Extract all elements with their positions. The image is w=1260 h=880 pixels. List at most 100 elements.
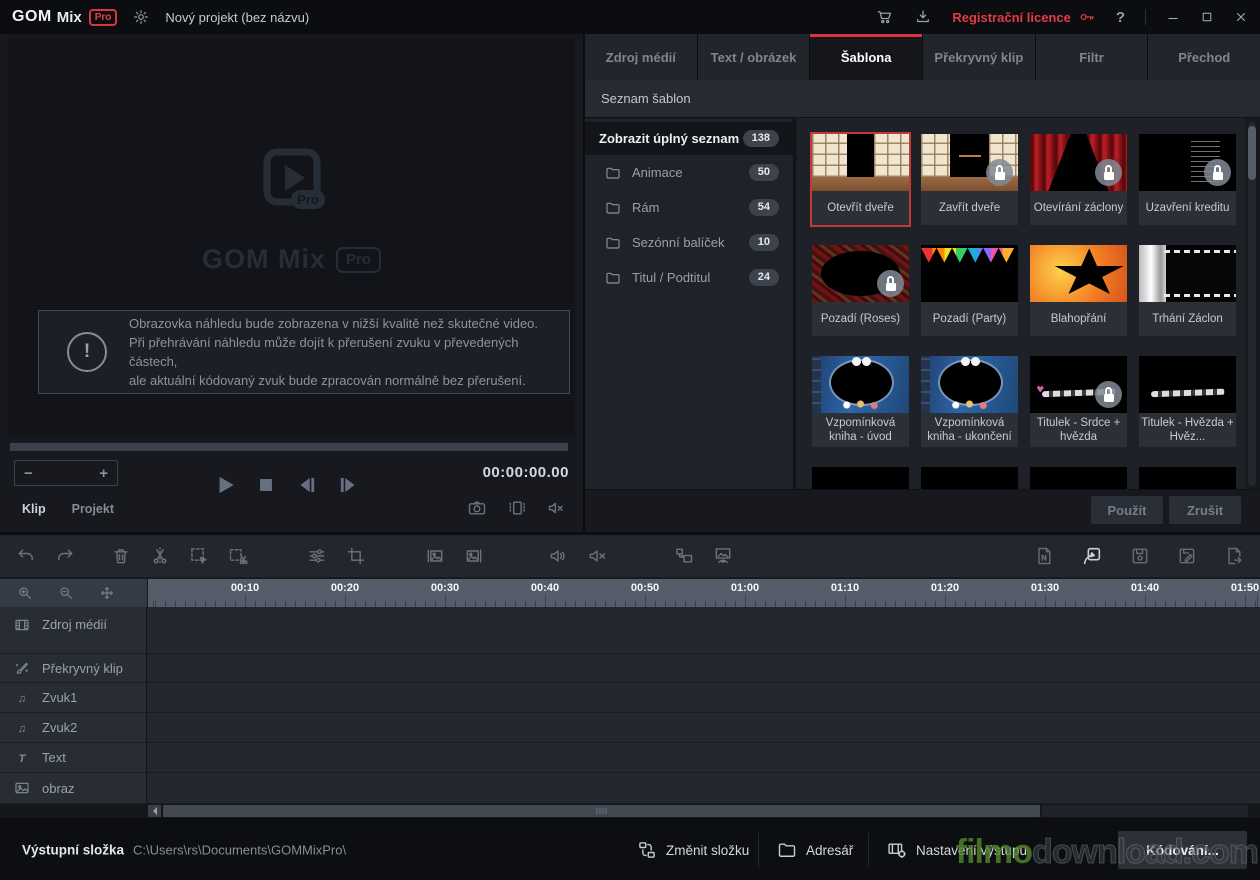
tab-overlay-clip[interactable]: Překryvný klip (923, 34, 1035, 80)
track-header-6[interactable]: obraz (0, 773, 147, 804)
next-frame-button[interactable] (335, 472, 361, 498)
track-header-4[interactable]: ♫Zvuk2 (0, 713, 147, 743)
track-lane-4[interactable] (147, 713, 1260, 743)
category-frame[interactable]: Rám 54 (585, 190, 793, 225)
template-item[interactable] (1139, 467, 1236, 490)
move-clip-icon[interactable] (674, 546, 694, 566)
change-folder-button[interactable]: Změnit složku (637, 840, 749, 860)
crop-icon[interactable] (346, 546, 366, 566)
close-button[interactable] (1234, 10, 1248, 24)
category-animation[interactable]: Animace 50 (585, 155, 793, 190)
track-lane-2[interactable] (147, 654, 1260, 683)
tab-template[interactable]: Šablona (810, 34, 922, 80)
hscrollbar-track[interactable] (1042, 805, 1248, 817)
directory-button[interactable]: Adresář (777, 840, 853, 860)
save-project-icon[interactable] (1130, 546, 1150, 566)
lock-icon (877, 270, 904, 297)
template-item[interactable]: Zavřít dveře (921, 134, 1018, 225)
license-link[interactable]: Registrační licence (952, 8, 1096, 26)
template-item[interactable] (1030, 467, 1127, 490)
tab-media-source[interactable]: Zdroj médií (585, 34, 697, 80)
track-header-1[interactable]: Zdroj médií (0, 607, 147, 654)
template-item[interactable]: Vzpomínková kniha - úvod (812, 356, 909, 447)
template-item[interactable] (812, 467, 909, 490)
insert-image-before-icon[interactable] (425, 546, 445, 566)
template-item[interactable]: Otevírání záclony (1030, 134, 1127, 225)
zoom-in-icon[interactable] (17, 585, 33, 601)
cancel-button[interactable]: Zrušit (1169, 496, 1241, 524)
template-thumbnail (812, 467, 909, 490)
seek-bar[interactable] (10, 443, 568, 451)
store-cart-icon[interactable] (876, 8, 894, 26)
zoom-out-icon[interactable] (58, 585, 74, 601)
timeline-ruler[interactable]: 00:1000:2000:3000:4000:5001:0001:1001:20… (148, 579, 1260, 607)
tab-clip[interactable]: Klip (22, 502, 46, 516)
category-title-subtitle[interactable]: Titul / Podtitul 24 (585, 260, 793, 295)
template-item[interactable]: Titulek - Srdce + hvězda (1030, 356, 1127, 447)
select-area-icon[interactable] (189, 546, 209, 566)
category-show-all[interactable]: Zobrazit úplný seznam 138 (585, 122, 793, 155)
track-lane-3[interactable] (147, 683, 1260, 713)
undo-icon[interactable] (16, 546, 36, 566)
category-seasonal[interactable]: Sezónní balíček 10 (585, 225, 793, 260)
delete-icon[interactable] (111, 546, 131, 566)
settings-gear-icon[interactable] (133, 9, 149, 25)
template-item[interactable]: Titulek - Hvězda + Hvěz... (1139, 356, 1236, 447)
fit-timeline-icon[interactable] (99, 585, 115, 601)
template-item[interactable]: Blahopřání (1030, 245, 1127, 336)
template-item[interactable] (921, 467, 1018, 490)
template-item[interactable]: Pozadí (Party) (921, 245, 1018, 336)
output-settings-button[interactable]: Nastavení výstupu (887, 840, 1027, 860)
download-icon[interactable] (914, 8, 932, 26)
tab-filter[interactable]: Filtr (1036, 34, 1148, 80)
template-item[interactable]: Pozadí (Roses) (812, 245, 909, 336)
new-project-icon[interactable] (1034, 546, 1054, 566)
stop-button[interactable] (253, 472, 279, 498)
scroll-left-arrow[interactable] (148, 805, 161, 817)
help-button[interactable]: ? (1116, 9, 1125, 26)
apply-button[interactable]: Použít (1091, 496, 1163, 524)
save-as-icon[interactable] (1177, 546, 1197, 566)
play-button[interactable] (212, 472, 238, 498)
encode-button[interactable]: Kódování... (1118, 831, 1247, 869)
scrollbar-thumb[interactable] (1248, 126, 1256, 180)
volume-plus-button[interactable]: + (99, 465, 108, 482)
snapshot-camera-icon[interactable] (467, 498, 487, 518)
adjustments-icon[interactable] (307, 546, 327, 566)
preview-image-icon[interactable] (713, 546, 733, 566)
cut-selection-icon[interactable] (228, 546, 248, 566)
aspect-ratio-icon[interactable] (507, 498, 527, 518)
tab-project[interactable]: Projekt (72, 502, 114, 516)
open-project-icon[interactable] (1081, 545, 1103, 567)
redo-icon[interactable] (55, 546, 75, 566)
volume-icon[interactable] (548, 546, 568, 566)
tab-transition[interactable]: Přechod (1148, 34, 1260, 80)
export-project-icon[interactable] (1224, 546, 1244, 566)
cut-icon[interactable] (150, 546, 170, 566)
template-name: Titulek - Hvězda + Hvěz... (1139, 413, 1236, 447)
mute-speaker-icon[interactable] (547, 498, 567, 518)
track-header-3[interactable]: ♫Zvuk1 (0, 683, 147, 713)
template-scrollbar[interactable] (1248, 122, 1256, 486)
track-lane-1[interactable] (147, 607, 1260, 654)
hscrollbar-thumb[interactable] (163, 805, 1040, 817)
track-header-2[interactable]: Překryvný klip (0, 654, 147, 683)
insert-image-after-icon[interactable] (464, 546, 484, 566)
timeline-hscrollbar[interactable] (0, 804, 1260, 818)
template-item[interactable]: Vzpomínková kniha - ukončení (921, 356, 1018, 447)
volume-minus-button[interactable]: − (24, 465, 33, 482)
template-item[interactable]: Uzavření kreditu (1139, 134, 1236, 225)
previous-frame-button[interactable] (294, 472, 320, 498)
template-thumbnail (1030, 245, 1127, 302)
maximize-button[interactable] (1200, 10, 1214, 24)
track-lane-5[interactable] (147, 743, 1260, 773)
template-thumbnail (1030, 134, 1127, 191)
track-header-5[interactable]: TText (0, 743, 147, 773)
template-item[interactable]: Otevřít dveře (812, 134, 909, 225)
audio-cut-icon[interactable] (587, 546, 607, 566)
minimize-button[interactable] (1166, 10, 1180, 24)
track-lane-6[interactable] (147, 773, 1260, 804)
volume-slider[interactable]: − + (14, 460, 118, 486)
tab-text-image[interactable]: Text / obrázek (698, 34, 810, 80)
template-item[interactable]: Trhání Záclon (1139, 245, 1236, 336)
